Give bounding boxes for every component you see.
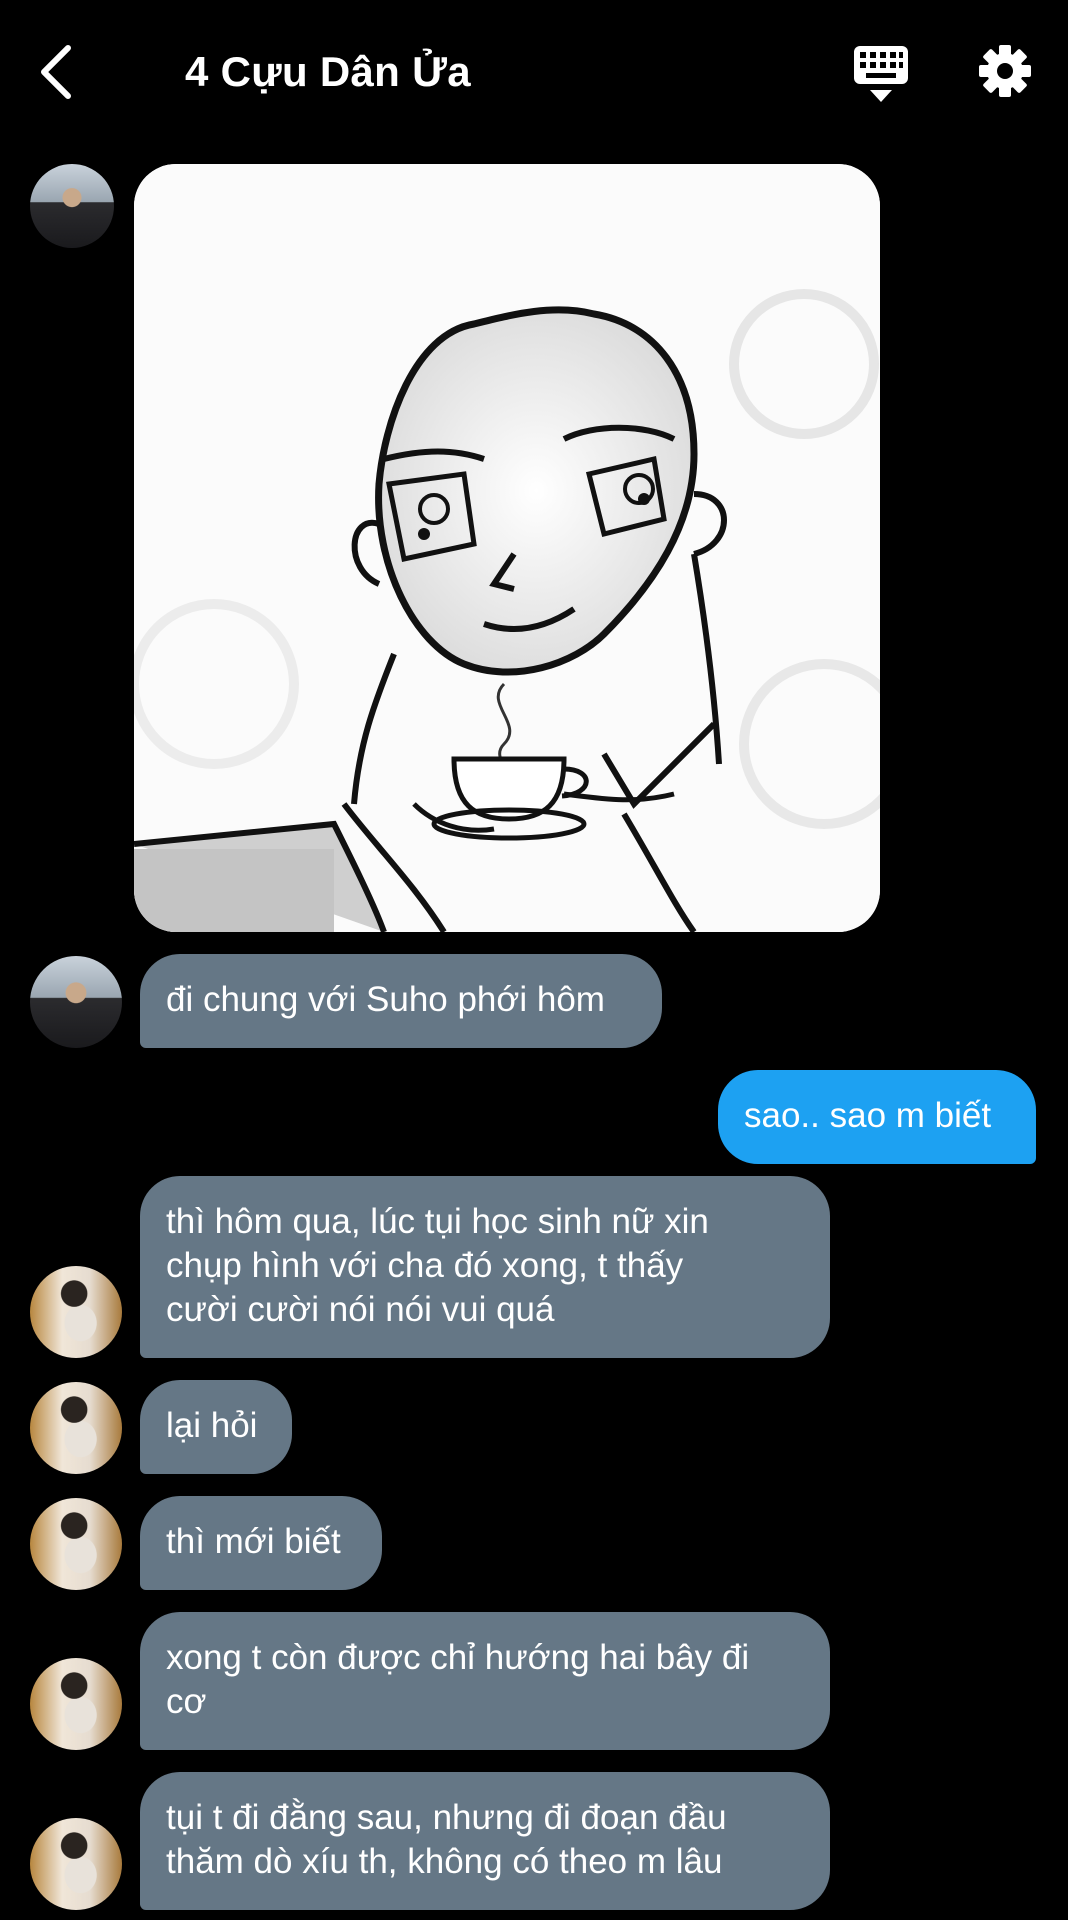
- message-text-line: cơ: [166, 1682, 207, 1721]
- message-text-line: tụi t đi đằng sau, nhưng đi đoạn đầu: [166, 1798, 727, 1837]
- message-bubble-outgoing[interactable]: sao.. sao m biết: [718, 1070, 1036, 1164]
- settings-button[interactable]: [978, 44, 1032, 98]
- message-text-line: thì hôm qua, lúc tụi học sinh nữ xin: [166, 1202, 709, 1241]
- avatar[interactable]: [30, 1266, 122, 1358]
- chat-header: 4 Cựu Dân Ửa: [0, 0, 1068, 140]
- message-text: đi chung với Suho phới hôm: [166, 980, 605, 1019]
- back-button[interactable]: [34, 40, 82, 104]
- avatar[interactable]: [30, 1382, 122, 1474]
- message-bubble[interactable]: xong t còn được chỉ hướng hai bây đi cơ: [140, 1612, 830, 1750]
- message-bubble[interactable]: thì hôm qua, lúc tụi học sinh nữ xin chụ…: [140, 1176, 830, 1358]
- message-text-line: chụp hình với cha đó xong, t thấy: [166, 1246, 684, 1285]
- message-text: sao.. sao m biết: [744, 1096, 992, 1135]
- avatar[interactable]: [30, 956, 122, 1048]
- conversation-title[interactable]: 4 Cựu Dân Ửa: [185, 44, 471, 100]
- message-text: thì mới biết: [166, 1522, 341, 1561]
- message-text-line: xong t còn được chỉ hướng hai bây đi: [166, 1638, 750, 1677]
- avatar[interactable]: [30, 1818, 122, 1910]
- avatar[interactable]: [30, 1658, 122, 1750]
- avatar[interactable]: [30, 164, 114, 248]
- avatar[interactable]: [30, 1498, 122, 1590]
- sketch-image: [134, 164, 880, 932]
- message-bubble[interactable]: lại hỏi: [140, 1380, 292, 1474]
- image-message[interactable]: [134, 164, 880, 932]
- gear-icon: [979, 45, 1031, 97]
- message-text-line: thăm dò xíu th, không có theo m lâu: [166, 1842, 723, 1881]
- message-text-line: cười cười nói nói vui quá: [166, 1290, 555, 1329]
- keyboard-button[interactable]: [852, 44, 910, 104]
- message-bubble[interactable]: thì mới biết: [140, 1496, 382, 1590]
- chevron-left-icon: [41, 45, 71, 99]
- message-bubble[interactable]: tụi t đi đằng sau, nhưng đi đoạn đầu thă…: [140, 1772, 830, 1910]
- keyboard-icon: [854, 46, 908, 102]
- message-text: lại hỏi: [166, 1406, 258, 1445]
- message-bubble[interactable]: đi chung với Suho phới hôm: [140, 954, 662, 1048]
